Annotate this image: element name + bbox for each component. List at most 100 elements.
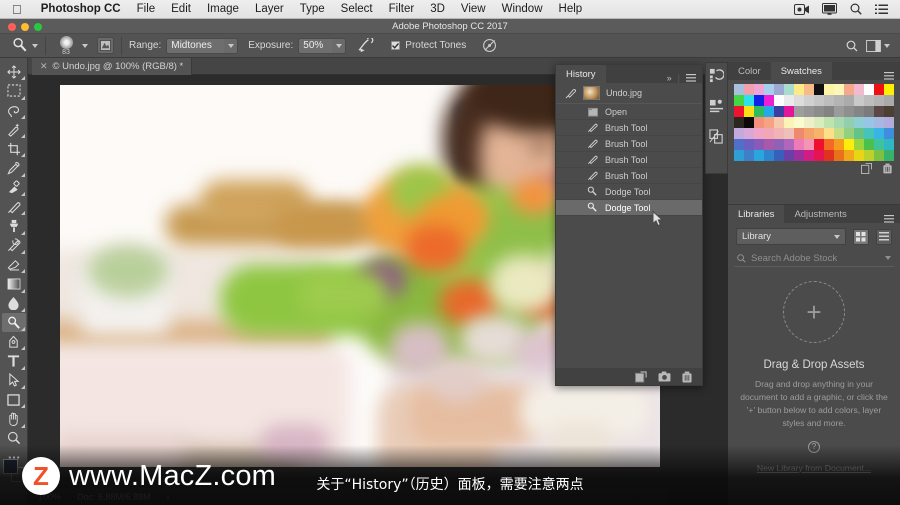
- color-swatch[interactable]: [804, 106, 814, 117]
- pen-tool[interactable]: [2, 332, 26, 351]
- tab-color[interactable]: Color: [728, 62, 771, 80]
- color-swatch[interactable]: [794, 84, 804, 95]
- color-swatch[interactable]: [874, 117, 884, 128]
- color-swatch[interactable]: [744, 106, 754, 117]
- color-swatch[interactable]: [814, 128, 824, 139]
- range-dropdown[interactable]: Midtones: [166, 37, 239, 54]
- menu-layer[interactable]: Layer: [247, 3, 292, 15]
- color-swatch[interactable]: [764, 95, 774, 106]
- color-swatch[interactable]: [734, 128, 744, 139]
- color-swatch[interactable]: [754, 106, 764, 117]
- grid-view-button[interactable]: [853, 228, 869, 245]
- color-swatch[interactable]: [804, 128, 814, 139]
- blur-tool[interactable]: [2, 294, 26, 313]
- color-swatch[interactable]: [764, 128, 774, 139]
- active-tool-preview[interactable]: [0, 37, 38, 54]
- color-swatch[interactable]: [784, 84, 794, 95]
- color-swatch[interactable]: [824, 139, 834, 150]
- eraser-tool[interactable]: [2, 255, 26, 274]
- color-swatch[interactable]: [834, 84, 844, 95]
- menu-help[interactable]: Help: [551, 3, 591, 15]
- color-swatch[interactable]: [754, 139, 764, 150]
- menu-window[interactable]: Window: [494, 3, 551, 15]
- color-swatch[interactable]: [834, 117, 844, 128]
- lasso-tool[interactable]: [2, 101, 26, 120]
- rectangle-tool[interactable]: [2, 390, 26, 409]
- color-swatch[interactable]: [834, 106, 844, 117]
- color-swatch[interactable]: [814, 106, 824, 117]
- color-swatch[interactable]: [764, 117, 774, 128]
- color-swatch[interactable]: [794, 95, 804, 106]
- color-swatch[interactable]: [734, 106, 744, 117]
- color-swatch[interactable]: [804, 150, 814, 161]
- color-swatch[interactable]: [844, 128, 854, 139]
- quick-selection-tool[interactable]: [2, 120, 26, 139]
- type-tool[interactable]: [2, 351, 26, 370]
- history-row-brush-2[interactable]: Brush Tool: [556, 136, 702, 152]
- color-swatch[interactable]: [744, 84, 754, 95]
- tab-libraries[interactable]: Libraries: [728, 205, 785, 223]
- color-swatch[interactable]: [794, 150, 804, 161]
- history-row-brush-3[interactable]: Brush Tool: [556, 152, 702, 168]
- color-swatch[interactable]: [774, 128, 784, 139]
- color-swatch[interactable]: [734, 117, 744, 128]
- color-swatch[interactable]: [854, 128, 864, 139]
- color-swatch[interactable]: [874, 150, 884, 161]
- color-swatch[interactable]: [884, 150, 894, 161]
- screen-record-icon[interactable]: [794, 3, 809, 15]
- history-row-dodge-2-selected[interactable]: Dodge Tool: [556, 200, 702, 216]
- color-swatch[interactable]: [754, 84, 764, 95]
- color-swatch[interactable]: [754, 128, 764, 139]
- color-swatch[interactable]: [814, 150, 824, 161]
- color-swatch[interactable]: [794, 106, 804, 117]
- layer-comps-icon[interactable]: [709, 129, 724, 147]
- color-swatch[interactable]: [884, 84, 894, 95]
- search-adobe-stock-field[interactable]: Search Adobe Stock: [734, 250, 894, 267]
- swatch-grid[interactable]: [734, 84, 894, 161]
- exposure-dropdown[interactable]: 50%: [298, 37, 347, 54]
- color-swatch[interactable]: [814, 117, 824, 128]
- color-swatch[interactable]: [764, 139, 774, 150]
- color-swatch[interactable]: [854, 139, 864, 150]
- chevron-down-icon[interactable]: [32, 43, 38, 48]
- color-swatch[interactable]: [844, 84, 854, 95]
- color-swatch[interactable]: [794, 139, 804, 150]
- color-swatch[interactable]: [864, 150, 874, 161]
- color-swatch[interactable]: [854, 84, 864, 95]
- crop-tool[interactable]: [2, 139, 26, 158]
- history-panel-icon[interactable]: [709, 68, 725, 86]
- menu-3d[interactable]: 3D: [422, 3, 453, 15]
- tab-swatches[interactable]: Swatches: [770, 62, 832, 80]
- eyedropper-tool[interactable]: [2, 158, 26, 177]
- color-swatch[interactable]: [834, 150, 844, 161]
- color-swatch[interactable]: [744, 128, 754, 139]
- color-swatch[interactable]: [744, 150, 754, 161]
- rectangular-marquee-tool[interactable]: [2, 81, 26, 100]
- color-swatch[interactable]: [784, 117, 794, 128]
- color-swatch[interactable]: [854, 95, 864, 106]
- panel-menu-icon[interactable]: [686, 74, 696, 82]
- collapse-icon[interactable]: »: [667, 73, 672, 83]
- panel-menu-icon[interactable]: [884, 72, 894, 80]
- color-swatch[interactable]: [874, 128, 884, 139]
- properties-panel-icon[interactable]: [709, 99, 724, 116]
- menu-image[interactable]: Image: [199, 3, 247, 15]
- color-swatch[interactable]: [864, 139, 874, 150]
- color-swatch[interactable]: [884, 95, 894, 106]
- color-swatch[interactable]: [764, 150, 774, 161]
- color-swatch[interactable]: [754, 117, 764, 128]
- color-swatch[interactable]: [844, 139, 854, 150]
- color-swatch[interactable]: [824, 95, 834, 106]
- color-swatch[interactable]: [804, 139, 814, 150]
- color-swatch[interactable]: [864, 95, 874, 106]
- document-tab[interactable]: ✕ © Undo.jpg @ 100% (RGB/8) *: [32, 58, 193, 75]
- display-icon[interactable]: [822, 3, 837, 15]
- color-swatch[interactable]: [834, 139, 844, 150]
- color-swatch[interactable]: [774, 117, 784, 128]
- brush-preset-panel-button[interactable]: [97, 37, 114, 54]
- color-swatch[interactable]: [744, 95, 754, 106]
- dodge-tool[interactable]: [1, 312, 26, 333]
- menu-select[interactable]: Select: [333, 3, 381, 15]
- color-swatch[interactable]: [774, 106, 784, 117]
- color-swatch[interactable]: [804, 117, 814, 128]
